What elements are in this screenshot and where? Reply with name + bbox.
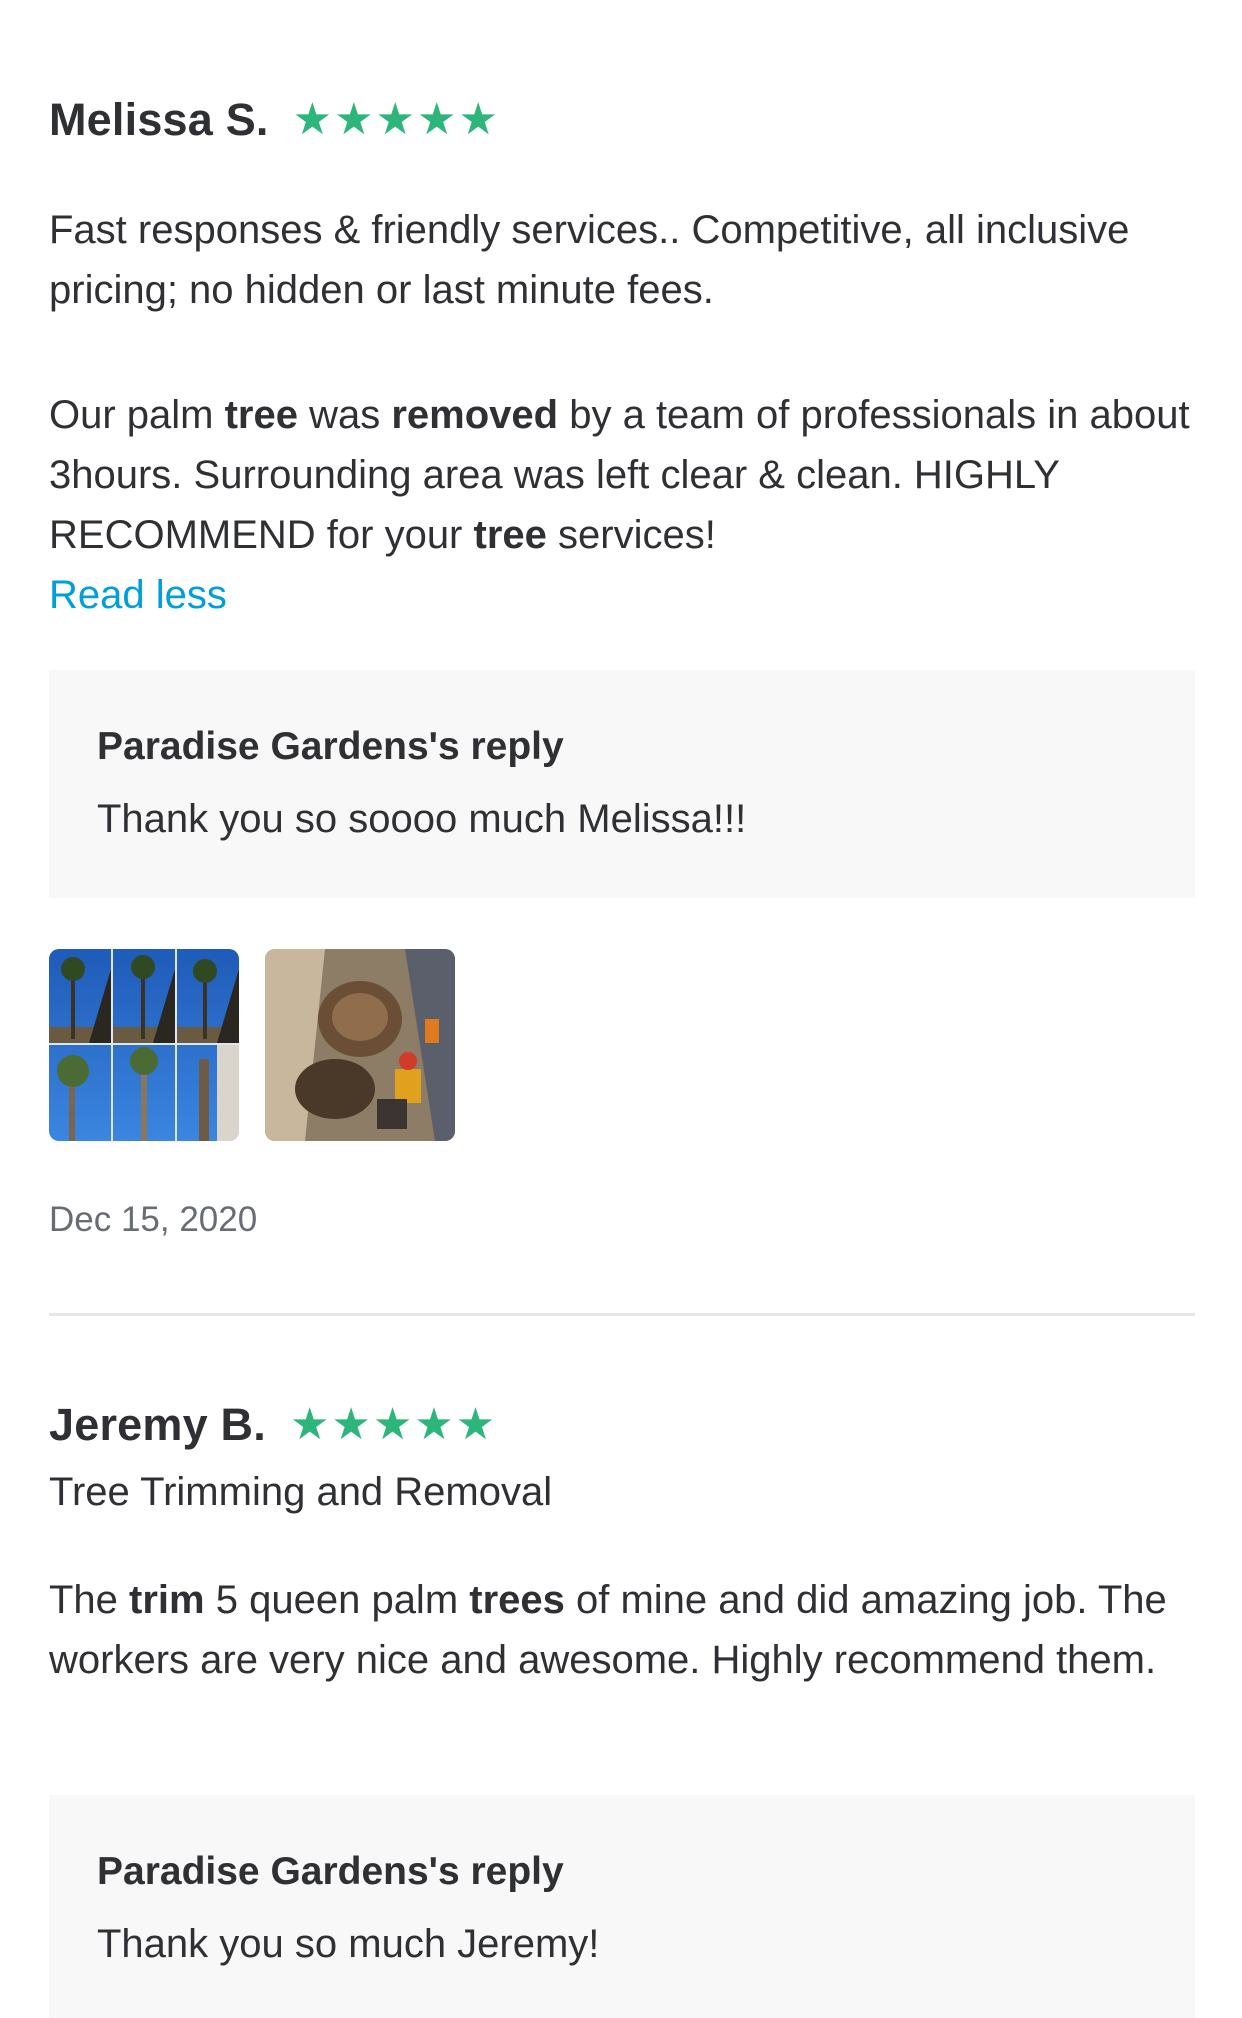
highlighted-keyword: trees: [469, 1578, 565, 1622]
service-row: Tree Trimming and Removal: [49, 1462, 1195, 1522]
review-text-segment: The: [49, 1578, 130, 1622]
review-header: Jeremy B. ★ ★ ★ ★ ★: [49, 1395, 1195, 1455]
star-rating: ★ ★ ★ ★ ★: [290, 1403, 497, 1447]
review-text-paragraph: Fast responses & friendly services.. Com…: [49, 208, 1130, 312]
review-header: Melissa S. ★ ★ ★ ★ ★: [49, 90, 1195, 150]
review-date-row: Dec 15, 2020: [49, 1195, 1195, 1245]
star-icon: ★: [375, 95, 415, 144]
review-body: The trim 5 queen palm trees of mine and …: [49, 1570, 1195, 1690]
star-icon: ★: [372, 1400, 413, 1449]
review-text-segment: was: [298, 393, 392, 437]
star-icon: ★: [289, 1400, 330, 1449]
star-icon: ★: [416, 95, 457, 144]
review-text-paragraph: Our palm tree was removed by a team of p…: [49, 385, 1195, 565]
star-icon: ★: [458, 95, 498, 144]
review-body: Fast responses & friendly services.. Com…: [49, 200, 1195, 320]
highlighted-keyword: tree: [473, 513, 547, 557]
review-date: Dec 15, 2020: [49, 1200, 258, 1239]
review-photo[interactable]: [49, 949, 239, 1141]
reply-title: Paradise Gardens's reply: [97, 725, 564, 768]
highlighted-keyword: trim: [129, 1578, 205, 1622]
star-icon: ★: [414, 1400, 454, 1449]
reviewer-name: Melissa S.: [49, 94, 269, 145]
star-icon: ★: [331, 1400, 371, 1449]
review-text-segment: services!: [546, 513, 716, 557]
star-icon: ★: [455, 1400, 496, 1449]
reply-text: Thank you so soooo much Melissa!!!: [97, 797, 747, 841]
stump-removal-image: [265, 949, 455, 1141]
reviewer-name: Jeremy B.: [49, 1399, 266, 1450]
review-text-segment: 5 queen palm: [204, 1578, 470, 1622]
reply-text: Thank you so much Jeremy!: [97, 1922, 600, 1966]
business-reply: Paradise Gardens's reply Thank you so so…: [49, 670, 1195, 898]
review-text-paragraph: The trim 5 queen palm trees of mine and …: [49, 1570, 1195, 1690]
service-name: Tree Trimming and Removal: [49, 1470, 553, 1514]
highlighted-keyword: removed: [391, 393, 559, 437]
review-photos: [49, 949, 1195, 1141]
star-icon: ★: [292, 95, 333, 144]
review-body: Our palm tree was removed by a team of p…: [49, 385, 1195, 565]
highlighted-keyword: tree: [224, 393, 298, 437]
star-icon: ★: [334, 95, 374, 144]
divider: [49, 1313, 1195, 1316]
star-rating: ★ ★ ★ ★ ★: [293, 98, 500, 142]
review-card: Jeremy B. ★ ★ ★ ★ ★: [49, 1395, 1195, 1455]
read-less-link[interactable]: Read less: [49, 573, 227, 617]
read-less-row: Read less: [49, 565, 1195, 625]
review-text-segment: Our palm: [49, 393, 225, 437]
palm-trees-collage-image: [49, 949, 239, 1141]
review-photo[interactable]: [265, 949, 455, 1141]
business-reply: Paradise Gardens's reply Thank you so mu…: [49, 1795, 1195, 2018]
review-card: Melissa S. ★ ★ ★ ★ ★: [49, 90, 1195, 150]
reply-title: Paradise Gardens's reply: [97, 1850, 564, 1893]
